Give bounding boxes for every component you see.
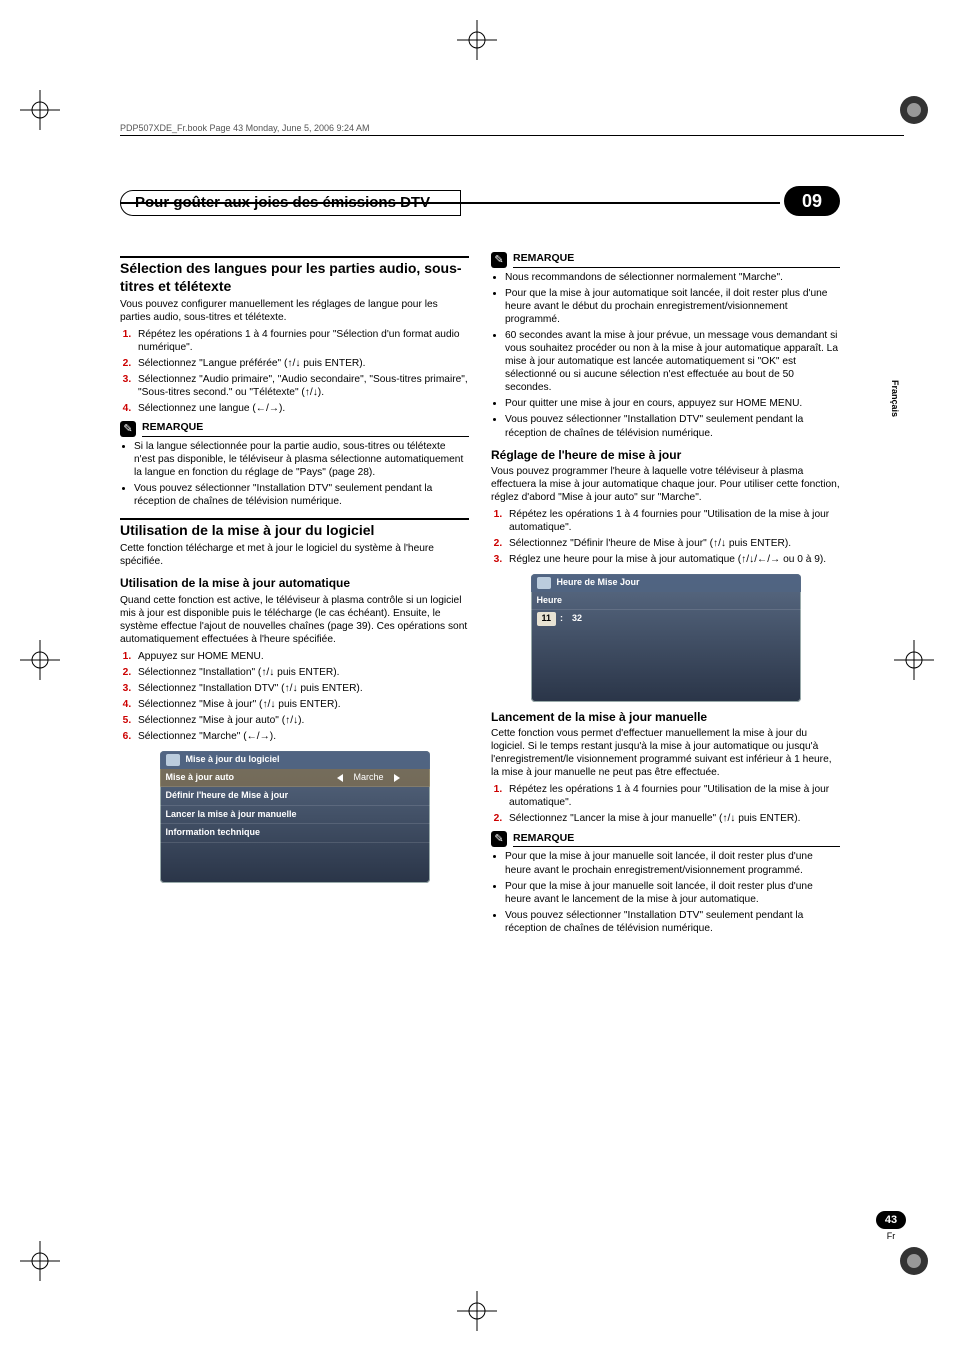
crop-mark-icon: [457, 20, 497, 60]
panel-title: Heure de Mise Jour: [531, 574, 801, 592]
note-header: ✎ REMARQUE: [491, 252, 840, 268]
right-column: ✎ REMARQUE Nous recommandons de sélectio…: [491, 246, 840, 941]
panel-row-value: Marche: [353, 772, 383, 784]
crop-mark-icon: [20, 640, 60, 680]
chapter-title: Pour goûter aux joies des émissions DTV: [120, 190, 461, 216]
section-title: Utilisation de la mise à jour du logicie…: [120, 522, 469, 540]
crop-mark-icon: [894, 1241, 934, 1281]
running-header: PDP507XDE_Fr.book Page 43 Monday, June 5…: [120, 123, 904, 136]
panel-row-auto-update[interactable]: Mise à jour auto Marche: [160, 769, 430, 788]
note-title: REMARQUE: [513, 252, 840, 267]
time-input[interactable]: 11 : 32: [531, 610, 801, 632]
steps-list: Répétez les opérations 1 à 4 fournies po…: [120, 328, 469, 415]
pencil-icon: ✎: [491, 252, 507, 268]
crop-mark-icon: [20, 90, 60, 130]
crop-mark-icon: [20, 1241, 60, 1281]
ui-panel-software-update: Mise à jour du logiciel Mise à jour auto…: [160, 751, 430, 883]
subsection-intro: Vous pouvez programmer l'heure à laquell…: [491, 465, 840, 504]
steps-list: Répétez les opérations 1 à 4 fournies po…: [491, 508, 840, 566]
section-intro: Cette fonction télécharge et met à jour …: [120, 542, 469, 568]
section-intro: Vous pouvez configurer manuellement les …: [120, 298, 469, 324]
panel-row-set-time[interactable]: Définir l'heure de Mise à jour: [160, 787, 430, 806]
caret-right-icon[interactable]: [394, 774, 400, 782]
pencil-icon: ✎: [491, 831, 507, 847]
chapter-number-badge: 09: [784, 186, 840, 216]
note-list: Si la langue sélectionnée pour la partie…: [120, 440, 469, 508]
subsection-title: Lancement de la mise à jour manuelle: [491, 710, 840, 725]
page-lang: Fr: [876, 1231, 906, 1241]
subsection-intro: Quand cette fonction est active, le télé…: [120, 594, 469, 646]
language-side-label: Français: [890, 380, 900, 417]
hours-field[interactable]: 11: [537, 612, 557, 626]
minutes-field[interactable]: 32: [567, 612, 587, 626]
subsection-title: Réglage de l'heure de mise à jour: [491, 448, 840, 463]
subsection-title: Utilisation de la mise à jour automatiqu…: [120, 576, 469, 591]
left-column: Sélection des langues pour les parties a…: [120, 246, 469, 941]
panel-row-tech-info[interactable]: Information technique: [160, 824, 430, 843]
page-footer: 43 Fr: [876, 1211, 906, 1241]
ui-panel-update-time: Heure de Mise Jour Heure 11 : 32: [531, 574, 801, 702]
panel-row-heure: Heure: [531, 592, 801, 611]
note-list: Nous recommandons de sélectionner normal…: [491, 271, 840, 440]
page-number-badge: 43: [876, 1211, 906, 1229]
section-title: Sélection des langues pour les parties a…: [120, 260, 469, 296]
chapter-bar: Pour goûter aux joies des émissions DTV …: [120, 190, 840, 216]
note-list: Pour que la mise à jour manuelle soit la…: [491, 850, 840, 934]
note-title: REMARQUE: [513, 832, 840, 847]
pencil-icon: ✎: [120, 421, 136, 437]
caret-left-icon[interactable]: [337, 774, 343, 782]
panel-row-manual-start[interactable]: Lancer la mise à jour manuelle: [160, 806, 430, 825]
crop-mark-icon: [457, 1291, 497, 1331]
note-header: ✎ REMARQUE: [491, 831, 840, 847]
note-header: ✎ REMARQUE: [120, 421, 469, 437]
crop-mark-icon: [894, 640, 934, 680]
steps-list: Répétez les opérations 1 à 4 fournies po…: [491, 783, 840, 825]
note-title: REMARQUE: [142, 421, 469, 436]
running-header-text: PDP507XDE_Fr.book Page 43 Monday, June 5…: [120, 123, 370, 133]
steps-list: Appuyez sur HOME MENU. Sélectionnez "Ins…: [120, 650, 469, 743]
panel-title: Mise à jour du logiciel: [160, 751, 430, 769]
subsection-intro: Cette fonction vous permet d'effectuer m…: [491, 727, 840, 779]
